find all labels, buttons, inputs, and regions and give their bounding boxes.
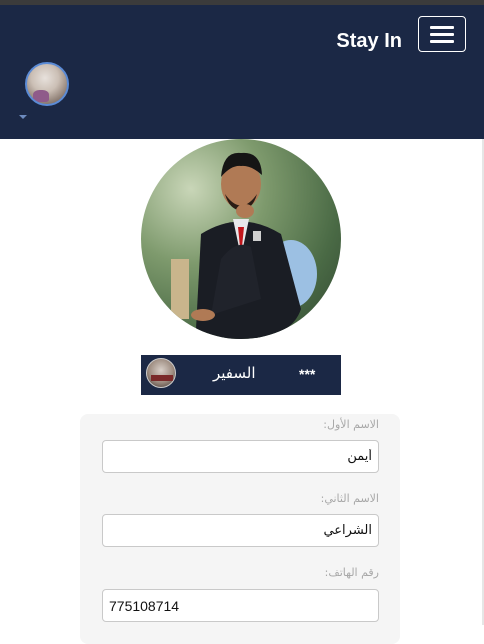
hamburger-icon [430, 26, 454, 29]
caret-down-icon[interactable] [19, 115, 27, 119]
user-avatar[interactable] [25, 62, 69, 106]
first-name-label: الاسم الأول: [323, 418, 379, 431]
second-name-input[interactable] [102, 514, 379, 547]
profile-name: السفير [213, 364, 256, 382]
second-name-label: الاسم الثاني: [320, 492, 379, 505]
person-illustration [171, 152, 317, 339]
phone-label: رقم الهاتف: [324, 566, 379, 579]
phone-input[interactable] [102, 589, 379, 622]
hamburger-icon-bar [430, 40, 454, 43]
first-name-input[interactable] [102, 440, 379, 473]
rating-stars: *** [299, 366, 316, 382]
profile-strip: السفير *** [141, 355, 341, 395]
strip-avatar [146, 358, 176, 388]
navbar: Stay In [0, 5, 484, 139]
hamburger-icon-bar [430, 33, 454, 36]
brand-title[interactable]: Stay In [336, 30, 402, 53]
profile-photo [141, 139, 341, 339]
menu-toggle-button[interactable] [418, 16, 466, 52]
